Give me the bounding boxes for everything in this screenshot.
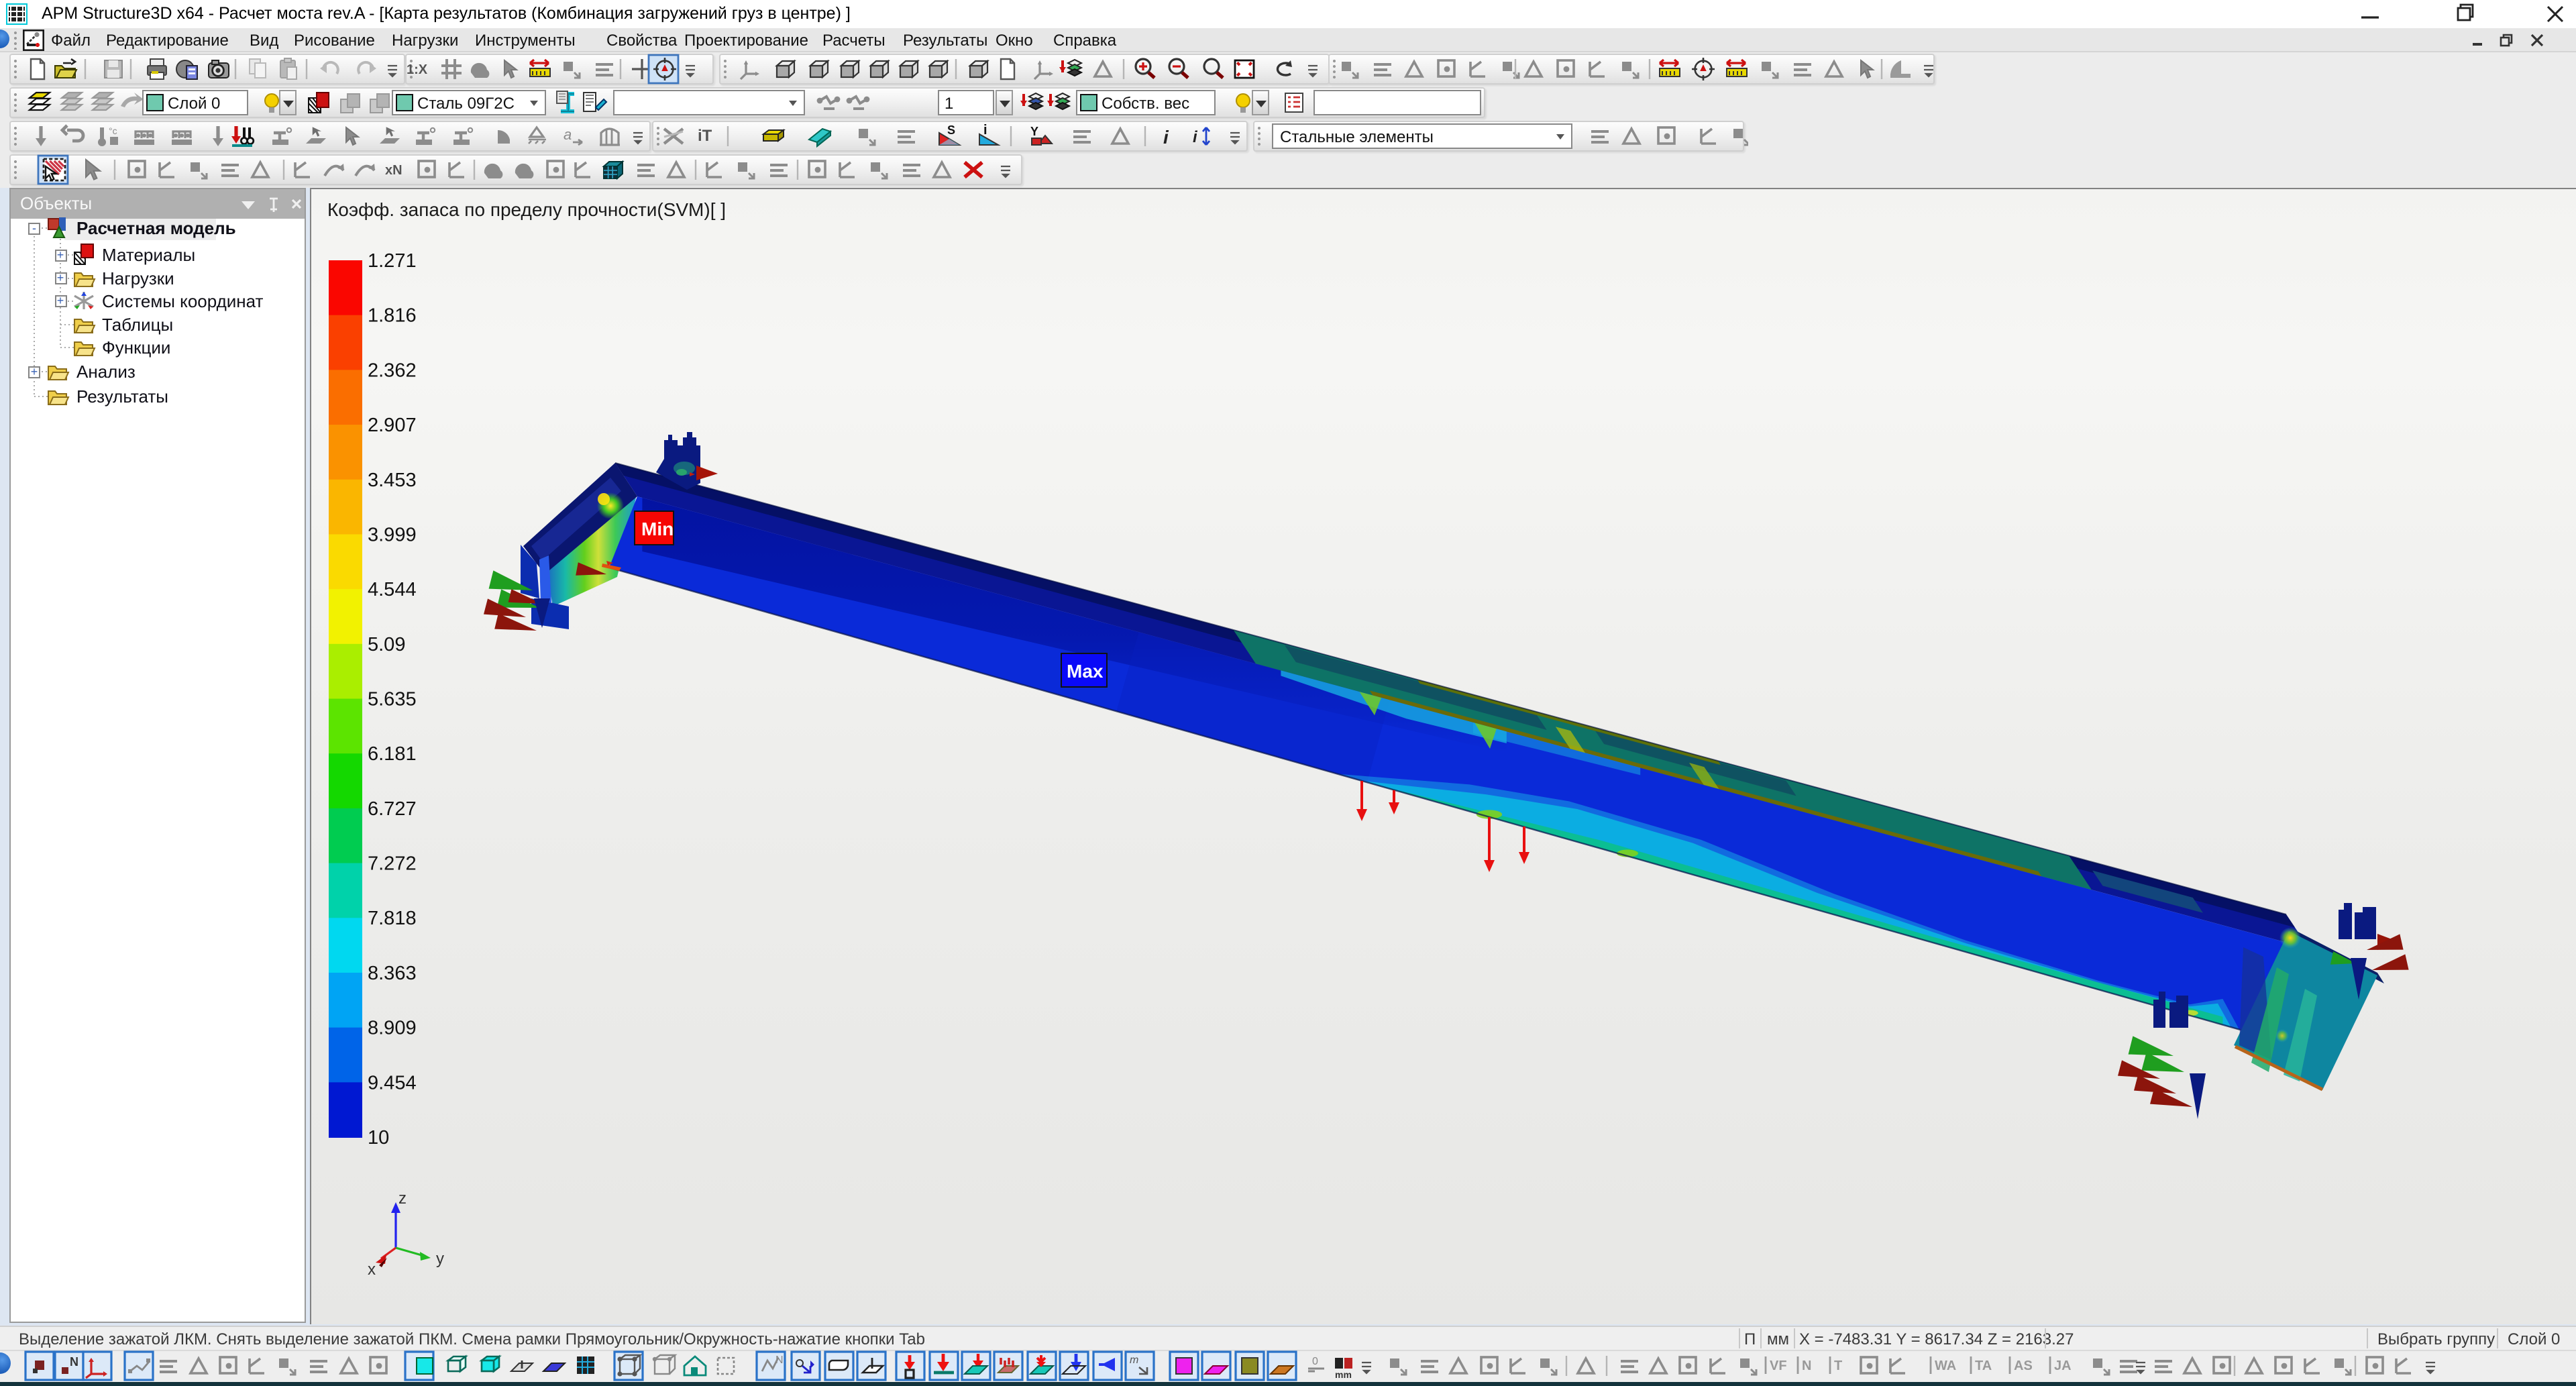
- svg-text:TA: TA: [1975, 1358, 1992, 1373]
- svg-text:6.727: 6.727: [367, 798, 416, 819]
- svg-text:1:X: 1:X: [407, 62, 428, 77]
- svg-text:i: i: [983, 123, 987, 138]
- svg-text:1.816: 1.816: [367, 305, 416, 326]
- svg-text:°c: °c: [109, 125, 117, 136]
- svg-text:i: i: [1163, 127, 1169, 148]
- svg-text:6.181: 6.181: [367, 743, 416, 764]
- svg-text:S: S: [947, 123, 955, 137]
- svg-text:5.635: 5.635: [367, 688, 416, 710]
- svg-text:10: 10: [367, 1126, 388, 1148]
- svg-text:4.544: 4.544: [367, 578, 416, 600]
- svg-text:iT: iT: [698, 127, 712, 145]
- svg-text:9.454: 9.454: [367, 1071, 416, 1093]
- svg-text:Таблицы: Таблицы: [102, 315, 173, 335]
- svg-text:mm: mm: [1335, 1369, 1352, 1380]
- svg-text:2.362: 2.362: [367, 359, 416, 380]
- svg-text:T: T: [1834, 1358, 1842, 1373]
- svg-text:N: N: [70, 1355, 78, 1369]
- svg-text:2.907: 2.907: [367, 414, 416, 435]
- svg-text:8.909: 8.909: [367, 1017, 416, 1038]
- svg-text:Y: Y: [1030, 125, 1038, 138]
- svg-text:JA: JA: [2054, 1358, 2072, 1373]
- svg-text:a: a: [564, 126, 572, 143]
- svg-text:0: 0: [1312, 1356, 1318, 1367]
- svg-text:Функции: Функции: [102, 337, 170, 358]
- svg-text:1.271: 1.271: [367, 250, 416, 271]
- svg-text:i: i: [1193, 128, 1198, 146]
- svg-text:7.272: 7.272: [367, 853, 416, 874]
- svg-text:VF: VF: [1770, 1358, 1787, 1373]
- svg-text:Нагрузки: Нагрузки: [102, 268, 174, 288]
- svg-text:3.453: 3.453: [367, 469, 416, 490]
- svg-text:Материалы: Материалы: [102, 245, 195, 265]
- svg-text:WA: WA: [1935, 1358, 1956, 1373]
- svg-text:Системы координат: Системы координат: [102, 291, 264, 311]
- svg-text:m: m: [1130, 1354, 1138, 1366]
- svg-text:Расчетная модель: Расчетная модель: [76, 218, 236, 238]
- svg-text:N: N: [1802, 1358, 1811, 1373]
- svg-text:xN: xN: [385, 163, 402, 178]
- svg-text:7.818: 7.818: [367, 907, 416, 928]
- svg-text:Анализ: Анализ: [76, 362, 136, 382]
- svg-text:5.09: 5.09: [367, 633, 405, 655]
- svg-text:8.363: 8.363: [367, 962, 416, 983]
- svg-text:Результаты: Результаты: [76, 386, 168, 407]
- svg-text:N: N: [775, 1354, 784, 1366]
- svg-text:3.999: 3.999: [367, 523, 416, 545]
- svg-text:AS: AS: [2014, 1358, 2033, 1373]
